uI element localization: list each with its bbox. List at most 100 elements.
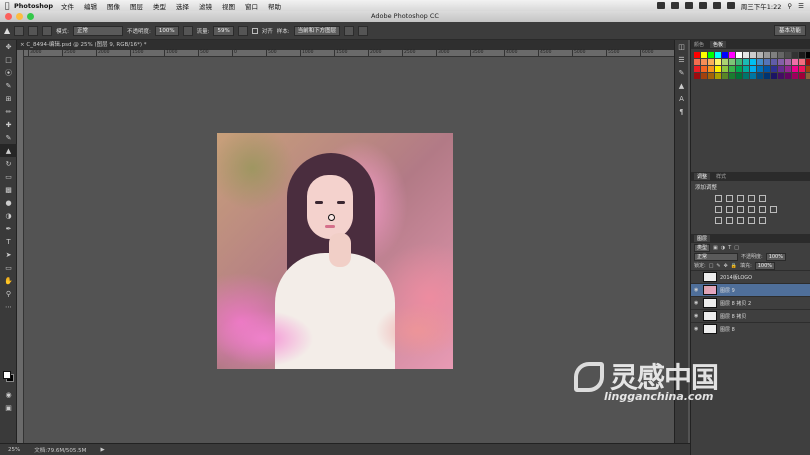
black-white-icon[interactable]: [737, 206, 744, 213]
color-swatch[interactable]: [792, 66, 798, 72]
menu-filter[interactable]: 滤镜: [199, 1, 212, 11]
status-arrow-icon[interactable]: ▶: [100, 447, 104, 453]
close-tab-icon[interactable]: ×: [20, 42, 25, 48]
brush-preset-picker[interactable]: [14, 25, 25, 36]
layer-kind-select[interactable]: 类型: [694, 243, 711, 252]
gradient-tool-icon[interactable]: ▩: [0, 183, 17, 196]
color-swatch[interactable]: [806, 73, 810, 79]
app-menu[interactable]: Photoshop: [14, 2, 53, 10]
brush-panel-icon[interactable]: ✎: [675, 66, 688, 79]
dodge-tool-icon[interactable]: ◑: [0, 209, 17, 222]
color-swatch[interactable]: [785, 73, 791, 79]
color-swatch[interactable]: [715, 66, 721, 72]
clone-source-icon[interactable]: [42, 25, 53, 36]
foreground-color-swatch[interactable]: [3, 371, 11, 379]
color-swatch[interactable]: [722, 52, 728, 58]
blend-mode-select[interactable]: 正常: [694, 252, 738, 261]
color-swatch[interactable]: [785, 59, 791, 65]
color-swatch[interactable]: [701, 52, 707, 58]
history-panel-icon[interactable]: ◫: [675, 40, 688, 53]
layer-row[interactable]: ◉ 图层 8 拷贝: [691, 309, 810, 322]
color-swatch[interactable]: [694, 66, 700, 72]
lasso-tool-icon[interactable]: ⦿: [0, 66, 17, 79]
layer-opacity-field[interactable]: 100%: [765, 252, 786, 261]
invert-icon[interactable]: [715, 217, 722, 224]
pressure-size-icon[interactable]: [358, 25, 369, 36]
clone-source-panel-icon[interactable]: ▲: [675, 79, 688, 92]
color-swatch[interactable]: [778, 73, 784, 79]
color-swatch[interactable]: [729, 73, 735, 79]
color-swatch[interactable]: [771, 66, 777, 72]
shape-filter-icon[interactable]: □: [734, 245, 739, 251]
pixel-filter-icon[interactable]: ▣: [713, 245, 718, 251]
color-swatch[interactable]: [722, 73, 728, 79]
crop-tool-icon[interactable]: ⊞: [0, 92, 17, 105]
color-swatch[interactable]: [743, 73, 749, 79]
color-swatch[interactable]: [757, 59, 763, 65]
color-swatch[interactable]: [757, 73, 763, 79]
path-select-tool-icon[interactable]: ➤: [0, 248, 17, 261]
color-lookup-icon[interactable]: [770, 206, 777, 213]
gradient-map-icon[interactable]: [748, 217, 755, 224]
character-panel-icon[interactable]: A: [675, 92, 688, 105]
color-swatch[interactable]: [792, 52, 798, 58]
layer-thumbnail[interactable]: [703, 272, 717, 282]
layer-name[interactable]: 图层 8 拷贝: [720, 313, 746, 320]
color-swatch[interactable]: [757, 52, 763, 58]
lock-position-icon[interactable]: ✥: [724, 263, 728, 269]
fill-field[interactable]: 100%: [754, 261, 776, 270]
vertical-ruler[interactable]: [17, 50, 24, 443]
flow-field[interactable]: 59%: [213, 25, 234, 36]
layer-name[interactable]: 图层 8 拷贝 2: [720, 300, 751, 307]
tab-adjustments[interactable]: 调整: [694, 173, 711, 180]
layer-thumbnail[interactable]: [703, 311, 717, 321]
color-swatch[interactable]: [701, 59, 707, 65]
color-swatch[interactable]: [785, 52, 791, 58]
color-swatch[interactable]: [764, 73, 770, 79]
color-swatch[interactable]: [785, 66, 791, 72]
ignore-adjustment-icon[interactable]: [344, 25, 355, 36]
layer-row[interactable]: 2014版LOGO: [691, 270, 810, 283]
blur-tool-icon[interactable]: ●: [0, 196, 17, 209]
tab-styles[interactable]: 样式: [716, 173, 726, 180]
color-swatch[interactable]: [722, 66, 728, 72]
menu-edit[interactable]: 编辑: [84, 1, 97, 11]
threshold-icon[interactable]: [737, 217, 744, 224]
aligned-checkbox[interactable]: [251, 27, 258, 34]
status-icon[interactable]: [670, 2, 679, 9]
color-swatch[interactable]: [743, 59, 749, 65]
color-swatch[interactable]: [729, 66, 735, 72]
color-swatch[interactable]: [701, 66, 707, 72]
visibility-eye-icon[interactable]: ◉: [694, 313, 700, 319]
menu-view[interactable]: 视图: [222, 1, 235, 11]
status-icon[interactable]: [684, 2, 693, 9]
clock[interactable]: 周三下午1:22: [741, 1, 782, 11]
color-swatch[interactable]: [736, 73, 742, 79]
marquee-tool-icon[interactable]: □: [0, 53, 17, 66]
menu-layer[interactable]: 图层: [130, 1, 143, 11]
clone-stamp-tool-icon[interactable]: ▲: [0, 144, 17, 157]
document-size[interactable]: 文档:79.6M/505.5M: [34, 446, 86, 454]
color-swatch[interactable]: [708, 52, 714, 58]
posterize-icon[interactable]: [726, 217, 733, 224]
airbrush-icon[interactable]: [237, 25, 248, 36]
status-icon[interactable]: [698, 2, 707, 9]
brush-tool-icon[interactable]: ✎: [0, 131, 17, 144]
color-swatch[interactable]: [778, 59, 784, 65]
quick-select-tool-icon[interactable]: ✎: [0, 79, 17, 92]
photo-filter-icon[interactable]: [748, 206, 755, 213]
shape-tool-icon[interactable]: ▭: [0, 261, 17, 274]
status-icon[interactable]: [656, 2, 665, 9]
pressure-opacity-icon[interactable]: [182, 25, 193, 36]
brightness-icon[interactable]: [715, 195, 722, 202]
channel-mixer-icon[interactable]: [759, 206, 766, 213]
color-swatch[interactable]: [806, 66, 810, 72]
color-swatch[interactable]: [750, 66, 756, 72]
color-swatch[interactable]: [750, 73, 756, 79]
menu-select[interactable]: 选择: [176, 1, 189, 11]
color-swatch[interactable]: [694, 59, 700, 65]
curves-icon[interactable]: [737, 195, 744, 202]
mode-select[interactable]: 正常: [73, 25, 124, 36]
opacity-field[interactable]: 100%: [154, 25, 179, 36]
lock-all-icon[interactable]: 🔒: [731, 263, 737, 269]
